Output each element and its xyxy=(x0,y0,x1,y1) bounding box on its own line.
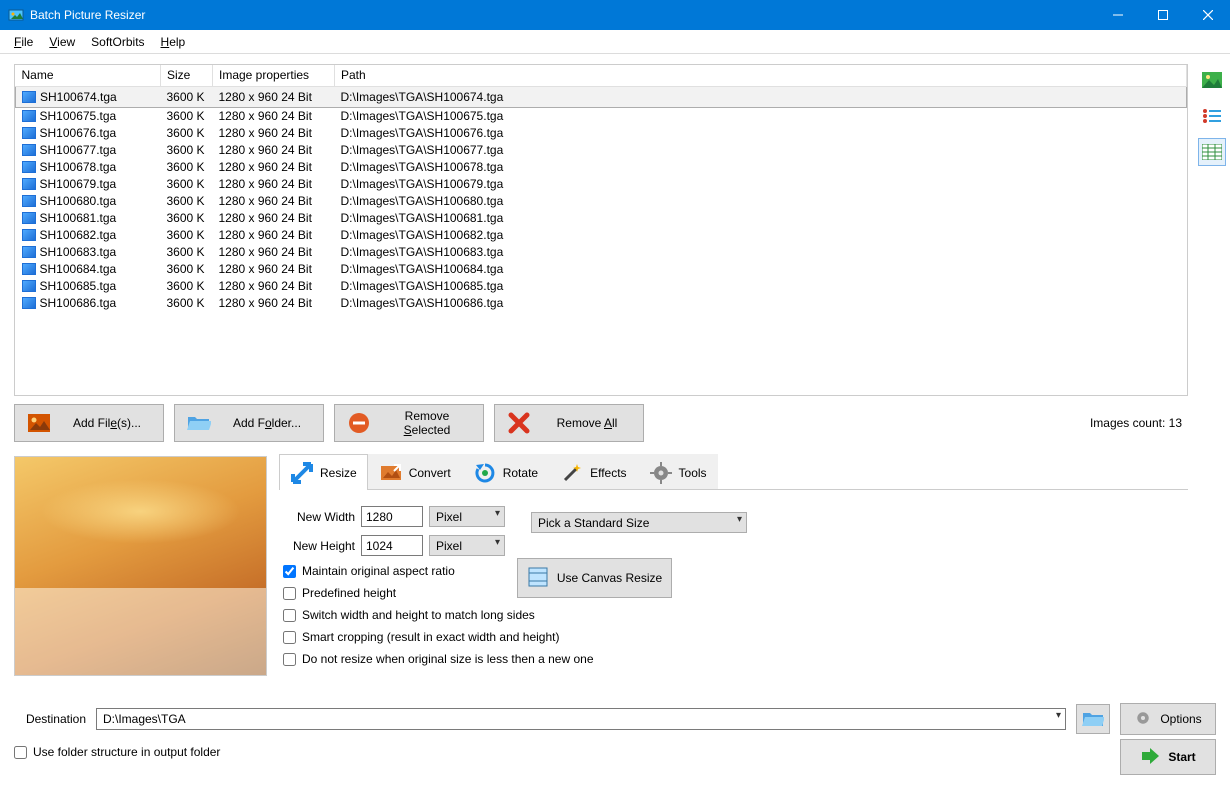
table-row[interactable]: SH100680.tga3600 K1280 x 960 24 BitD:\Im… xyxy=(16,192,1187,209)
predefined-height-checkbox[interactable] xyxy=(283,587,296,600)
options-button[interactable]: Options xyxy=(1120,703,1216,735)
col-props[interactable]: Image properties xyxy=(213,65,335,86)
menu-bar: File View SoftOrbits Help xyxy=(0,30,1230,54)
maintain-aspect-checkbox[interactable] xyxy=(283,565,296,578)
use-folder-structure-label: Use folder structure in output folder xyxy=(33,745,220,759)
canvas-icon xyxy=(527,566,549,591)
no-resize-smaller-label: Do not resize when original size is less… xyxy=(302,652,594,666)
canvas-resize-button[interactable]: Use Canvas Resize xyxy=(517,558,672,598)
remove-all-button[interactable]: Remove All xyxy=(494,404,644,442)
window-title: Batch Picture Resizer xyxy=(30,8,145,22)
table-row[interactable]: SH100678.tga3600 K1280 x 960 24 BitD:\Im… xyxy=(16,158,1187,175)
no-resize-smaller-checkbox[interactable] xyxy=(283,653,296,666)
tab-effects[interactable]: Effects xyxy=(549,454,637,490)
window-titlebar: Batch Picture Resizer xyxy=(0,0,1230,30)
rotate-icon xyxy=(473,461,497,485)
table-row[interactable]: SH100681.tga3600 K1280 x 960 24 BitD:\Im… xyxy=(16,209,1187,226)
new-height-label: New Height xyxy=(283,539,355,553)
remove-circle-icon xyxy=(347,411,371,435)
table-row[interactable]: SH100674.tga3600 K1280 x 960 24 BitD:\Im… xyxy=(16,86,1187,107)
menu-help[interactable]: Help xyxy=(153,33,194,51)
maintain-aspect-label: Maintain original aspect ratio xyxy=(302,564,455,578)
menu-view[interactable]: View xyxy=(41,33,83,51)
destination-label: Destination xyxy=(14,712,86,726)
window-close-button[interactable] xyxy=(1185,0,1230,30)
destination-input[interactable] xyxy=(96,708,1066,730)
add-files-button[interactable]: Add File(s)... xyxy=(14,404,164,442)
folder-open-icon xyxy=(187,411,211,435)
table-row[interactable]: SH100677.tga3600 K1280 x 960 24 BitD:\Im… xyxy=(16,141,1187,158)
window-maximize-button[interactable] xyxy=(1140,0,1185,30)
view-details-button[interactable] xyxy=(1198,138,1226,166)
use-folder-structure-checkbox[interactable] xyxy=(14,746,27,759)
gear-icon xyxy=(1134,709,1152,730)
table-row[interactable]: SH100676.tga3600 K1280 x 960 24 BitD:\Im… xyxy=(16,124,1187,141)
table-row[interactable]: SH100682.tga3600 K1280 x 960 24 BitD:\Im… xyxy=(16,226,1187,243)
gear-icon xyxy=(649,461,673,485)
width-unit-select[interactable]: Pixel xyxy=(429,506,505,527)
view-rail xyxy=(1194,54,1230,701)
tab-convert[interactable]: Convert xyxy=(368,454,462,490)
window-minimize-button[interactable] xyxy=(1095,0,1140,30)
view-list-button[interactable] xyxy=(1198,102,1226,130)
convert-icon xyxy=(379,461,403,485)
file-list[interactable]: Name Size Image properties Path SH100674… xyxy=(14,64,1188,396)
tab-bar: Resize Convert Rotate Effects xyxy=(279,450,1188,490)
switch-sides-label: Switch width and height to match long si… xyxy=(302,608,535,622)
start-button[interactable]: Start xyxy=(1120,739,1216,775)
play-icon xyxy=(1140,747,1160,768)
app-icon xyxy=(8,7,24,23)
table-row[interactable]: SH100686.tga3600 K1280 x 960 24 BitD:\Im… xyxy=(16,294,1187,311)
new-width-label: New Width xyxy=(283,510,355,524)
images-count-label: Images count: 13 xyxy=(1090,416,1182,430)
menu-softorbits[interactable]: SoftOrbits xyxy=(83,33,152,51)
table-row[interactable]: SH100679.tga3600 K1280 x 960 24 BitD:\Im… xyxy=(16,175,1187,192)
browse-destination-button[interactable] xyxy=(1076,704,1110,734)
picture-plus-icon xyxy=(27,411,51,435)
predefined-height-label: Predefined height xyxy=(302,586,396,600)
table-row[interactable]: SH100685.tga3600 K1280 x 960 24 BitD:\Im… xyxy=(16,277,1187,294)
view-thumbnails-button[interactable] xyxy=(1198,66,1226,94)
tab-rotate[interactable]: Rotate xyxy=(462,454,549,490)
table-row[interactable]: SH100675.tga3600 K1280 x 960 24 BitD:\Im… xyxy=(16,107,1187,124)
standard-size-select[interactable]: Pick a Standard Size xyxy=(531,512,747,533)
preview-image xyxy=(14,456,267,676)
remove-x-icon xyxy=(507,411,531,435)
wand-icon xyxy=(560,461,584,485)
remove-selected-button[interactable]: Remove Selected xyxy=(334,404,484,442)
col-size[interactable]: Size xyxy=(161,65,213,86)
tab-resize[interactable]: Resize xyxy=(279,454,368,490)
switch-sides-checkbox[interactable] xyxy=(283,609,296,622)
table-row[interactable]: SH100683.tga3600 K1280 x 960 24 BitD:\Im… xyxy=(16,243,1187,260)
col-name[interactable]: Name xyxy=(16,65,161,86)
tab-tools[interactable]: Tools xyxy=(638,454,718,490)
menu-file[interactable]: File xyxy=(6,33,41,51)
col-path[interactable]: Path xyxy=(335,65,1187,86)
add-folder-button[interactable]: Add Folder... xyxy=(174,404,324,442)
resize-icon xyxy=(290,461,314,485)
smart-cropping-label: Smart cropping (result in exact width an… xyxy=(302,630,559,644)
new-width-input[interactable] xyxy=(361,506,423,527)
new-height-input[interactable] xyxy=(361,535,423,556)
table-row[interactable]: SH100684.tga3600 K1280 x 960 24 BitD:\Im… xyxy=(16,260,1187,277)
height-unit-select[interactable]: Pixel xyxy=(429,535,505,556)
smart-cropping-checkbox[interactable] xyxy=(283,631,296,644)
